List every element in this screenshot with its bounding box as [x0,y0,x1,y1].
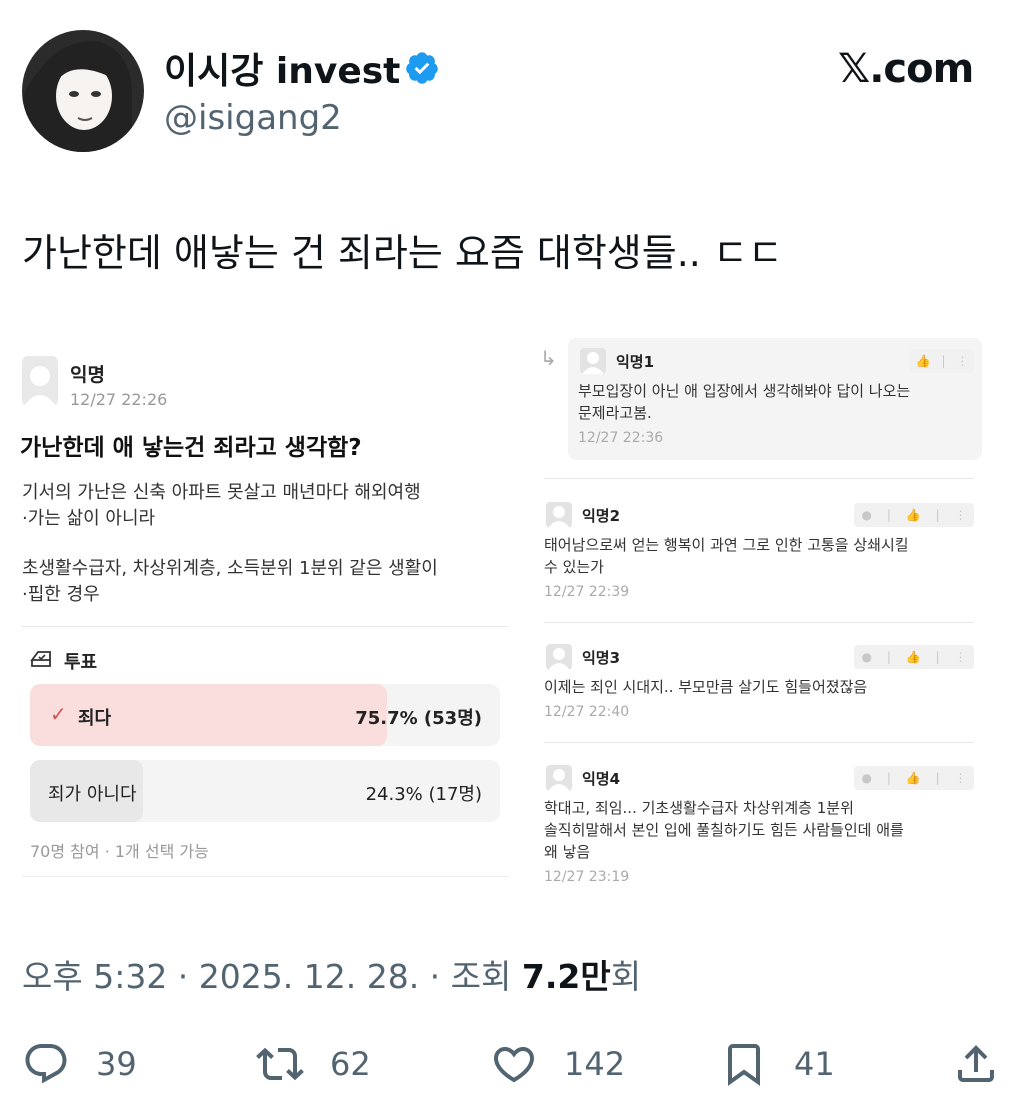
comment-date: 12/27 22:40 [544,704,630,720]
heart-icon [493,1047,535,1083]
comment-author: 익명3 [582,649,621,667]
anonymous-avatar-icon [580,348,606,374]
repost-count: 62 [330,1045,371,1083]
comment-actions[interactable]: 👍 | ⋮ [910,349,974,373]
comment-text-line: 수 있는가 [544,558,604,576]
post-author: 익명 [70,364,105,386]
poll-option-label: 죄가 아니다 [48,784,137,805]
reply-button[interactable]: 39 [22,1040,137,1088]
anonymous-avatar-icon [546,502,572,528]
ballot-icon [30,648,52,668]
view-count: 7.2만 [521,957,611,996]
poll-label: 투표 [64,652,98,673]
bookmark-button[interactable]: 41 [720,1040,835,1088]
comment-text-line: 문제라고봄. [578,404,652,422]
comment-text-line: 학대고, 죄임... 기초생활수급자 차상위계층 1분위 [544,799,854,817]
separator: | [935,650,940,664]
poll-option-value: 24.3% (17명) [365,784,482,805]
reply-count: 39 [96,1045,137,1083]
more-icon[interactable]: ⋮ [955,650,967,664]
repost-icon [256,1047,304,1081]
thumbs-up-icon[interactable]: 👍 [906,650,921,664]
comment-icon[interactable]: ● [861,508,871,522]
more-icon[interactable]: ⋮ [957,354,969,368]
comment-actions[interactable]: ● | 👍 | ⋮ [854,766,974,790]
poll-option[interactable]: 죄가 아니다 24.3% (17명) [30,760,500,822]
comment-text-line: 왜 낳음 [544,843,591,861]
comment-date: 12/27 22:36 [578,430,664,446]
thumbs-up-icon[interactable]: 👍 [916,354,931,368]
verified-badge-icon [404,50,440,86]
comment-text-line: 부모입장이 아닌 애 입장에서 생각해봐야 답이 나오는 [578,382,911,400]
divider [544,478,974,479]
more-icon[interactable]: ⋮ [955,771,967,785]
tweet-text: 가난한데 애낳는 건 죄라는 요즘 대학생들.. ㄷㄷ [22,231,783,275]
thumbs-up-icon[interactable]: 👍 [906,508,921,522]
reply-arrow-icon: ↳ [540,346,557,370]
divider [22,876,508,877]
post-body-line: 기서의 가난은 신축 아파트 못살고 매년마다 해외여행 [22,482,421,503]
comment-author: 익명2 [582,507,621,525]
separator: | [941,354,946,368]
comment-icon[interactable]: ● [861,771,871,785]
comment-text-line: 솔직히말해서 본인 입에 풀칠하기도 힘든 사람들인데 애를 [544,821,904,839]
anonymous-avatar-icon [22,356,58,406]
post-body-line: ·핍한 경우 [22,584,100,605]
comment-author: 익명4 [582,770,621,788]
reply-icon [25,1044,67,1084]
thumbs-up-icon[interactable]: 👍 [906,771,921,785]
poll-option[interactable]: ✓ 죄다 75.7% (53명) [30,684,500,746]
bookmark-icon [728,1044,760,1086]
post-body-line: ·가는 삶이 아니라 [22,508,156,529]
view-suffix: 회 [610,957,642,996]
comment-date: 12/27 22:39 [544,584,630,600]
poll-meta: 70명 참여 · 1개 선택 가능 [30,842,209,861]
tweet-meta: 오후 5:32 · 2025. 12. 28. · 조회 7.2만회 [22,950,641,998]
comment-icon[interactable]: ● [861,650,871,664]
author-name[interactable]: 이시강 invest [164,42,400,94]
divider [544,742,974,743]
comment-author: 익명1 [616,353,655,371]
x-logo: 𝕏.com [838,46,974,92]
separator: | [935,771,940,785]
like-button[interactable]: 142 [490,1040,625,1088]
post-body-line: 초생활수급자, 차상위계층, 소득분위 1분위 같은 생활이 [22,558,438,579]
share-button[interactable] [952,1040,1000,1088]
tweet-timestamp: 오후 5:32 · 2025. 12. 28. · 조회 [22,957,522,996]
separator: | [886,508,891,522]
separator: | [935,508,940,522]
anonymous-avatar-icon [546,644,572,670]
poll-option-value: 75.7% (53명) [355,708,482,729]
separator: | [886,650,891,664]
share-icon [958,1045,994,1082]
comment-text-line: 이제는 죄인 시대지.. 부모만큼 살기도 힘들어졌잖음 [544,678,868,696]
poll-option-label: 죄다 [78,708,112,729]
like-count: 142 [564,1045,626,1083]
anonymous-avatar-icon [546,765,572,791]
bookmark-count: 41 [794,1045,835,1083]
comment-text-line: 태어남으로써 얻는 행복이 과연 그로 인한 고통을 상쇄시킬 [544,536,909,554]
post-date: 12/27 22:26 [70,390,168,409]
post-title: 가난한데 애 낳는건 죄라고 생각함? [20,435,362,461]
comment-actions[interactable]: ● | 👍 | ⋮ [854,645,974,669]
divider [22,626,508,627]
divider [544,622,974,623]
author-avatar[interactable] [22,30,144,152]
comment-actions[interactable]: ● | 👍 | ⋮ [854,503,974,527]
separator: | [886,771,891,785]
comment-date: 12/27 23:19 [544,869,630,885]
more-icon[interactable]: ⋮ [955,508,967,522]
author-handle[interactable]: @isigang2 [164,98,342,138]
repost-button[interactable]: 62 [256,1040,371,1088]
check-icon: ✓ [50,702,67,726]
